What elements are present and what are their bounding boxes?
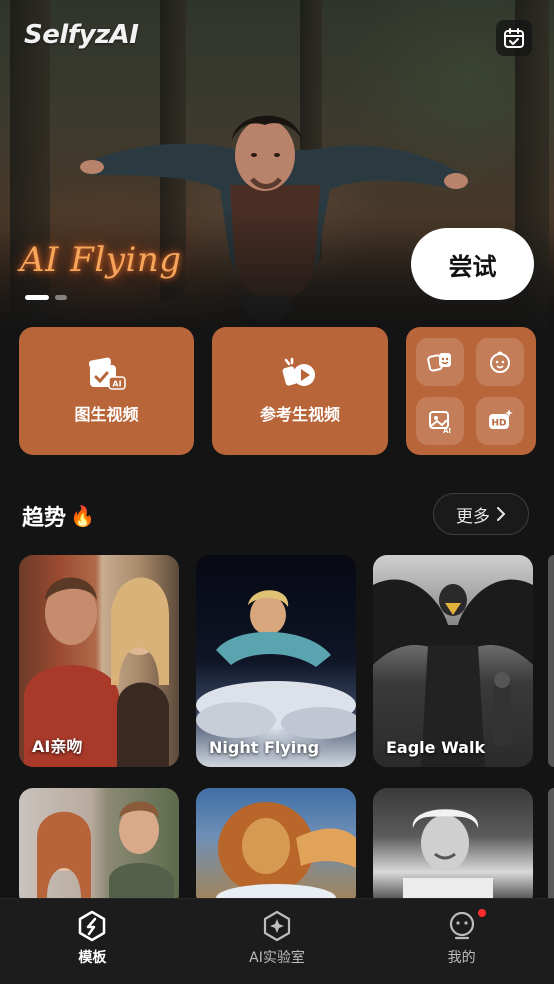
image-to-video-card[interactable]: AI 图生视频 (19, 327, 194, 455)
template-card[interactable] (196, 788, 356, 908)
template-card-eagle-walk[interactable]: Eagle Walk (373, 555, 533, 767)
template-thumbnail (373, 579, 533, 767)
template-card[interactable] (19, 788, 179, 908)
reference-video-card[interactable]: 参考生视频 (212, 327, 388, 455)
ai-photo-icon: AI (429, 410, 451, 434)
calendar-button[interactable] (496, 20, 532, 56)
nav-label: AI实验室 (249, 950, 305, 966)
fire-icon: 🔥 (70, 504, 95, 528)
template-caption: Eagle Walk (386, 738, 486, 757)
nav-label: 模板 (78, 950, 107, 966)
face-swap-button[interactable] (416, 337, 464, 386)
template-icon (79, 910, 106, 942)
reference-video-label: 参考生视频 (259, 405, 340, 424)
hd-enhance-button[interactable]: HD (476, 396, 524, 445)
ai-photo-button[interactable]: AI (416, 396, 464, 445)
template-thumbnail (196, 590, 356, 739)
template-card-ai-kiss[interactable]: AI亲吻 (19, 555, 179, 767)
profile-icon (449, 911, 474, 940)
reference-video-icon (282, 357, 315, 386)
more-label: 更多 (456, 506, 490, 527)
trending-title: 趋势 🔥 (22, 500, 95, 532)
nav-item-profile[interactable]: 我的 (369, 899, 554, 984)
template-caption: Night Flying (209, 738, 320, 757)
template-caption: AI亲吻 (32, 737, 83, 756)
app-logo: SelfyzAI (24, 20, 139, 50)
trending-title-text: 趋势 (22, 506, 67, 531)
nav-item-templates[interactable]: 模板 (0, 899, 185, 984)
bottom-navigation: 模板 AI实验室 我的 (0, 898, 554, 984)
try-button[interactable]: 尝试 (411, 228, 534, 300)
svg-text:AI: AI (112, 380, 121, 389)
baby-face-button[interactable] (476, 337, 524, 386)
nav-label: 我的 (447, 950, 476, 966)
hero-title: AI Flying (20, 240, 182, 280)
carousel-indicator (25, 295, 67, 300)
more-button[interactable]: 更多 (433, 493, 529, 535)
ai-lab-icon (263, 910, 291, 942)
nav-item-ai-lab[interactable]: AI实验室 (185, 899, 370, 984)
calendar-check-icon (504, 28, 524, 48)
template-card[interactable] (373, 788, 533, 908)
hero-banner[interactable]: SelfyzAI AI Flying 尝试 (0, 0, 554, 330)
baby-face-icon (490, 351, 510, 373)
hd-enhance-icon: HD (489, 408, 513, 429)
svg-text:HD: HD (491, 418, 506, 428)
image-to-video-label: 图生视频 (74, 405, 139, 424)
template-thumbnail (216, 802, 356, 908)
face-swap-icon (427, 352, 451, 372)
template-card-partial[interactable] (548, 555, 554, 767)
tools-card: AI HD (406, 327, 536, 455)
notification-dot (478, 909, 487, 917)
template-thumbnail (37, 801, 174, 908)
svg-text:AI: AI (443, 427, 451, 434)
template-thumbnail (403, 809, 493, 908)
carousel-dot-active[interactable] (25, 295, 49, 300)
template-card-night-flying[interactable]: Night Flying (196, 555, 356, 767)
template-card-partial[interactable] (548, 788, 554, 908)
image-ai-icon: AI (88, 357, 126, 390)
chevron-right-icon (497, 507, 506, 521)
carousel-dot[interactable] (55, 295, 67, 300)
